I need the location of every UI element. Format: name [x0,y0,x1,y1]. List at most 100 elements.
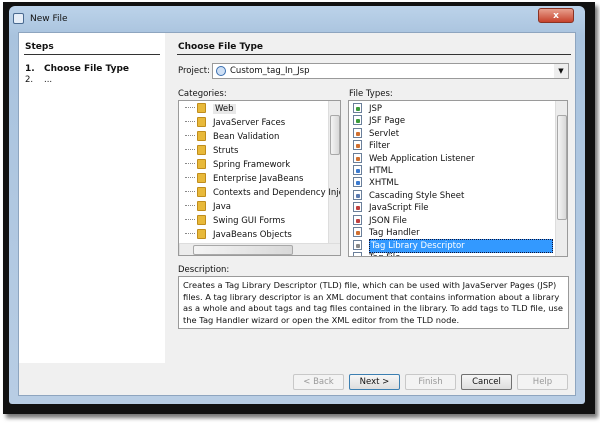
chevron-down-icon[interactable]: ▼ [554,64,568,78]
file-types-label: File Types: [349,89,393,99]
category-label: Swing GUI Forms [213,216,286,226]
file-type-item[interactable]: JSF Page [349,115,405,127]
file-type-item[interactable]: Servlet [349,127,400,140]
globe-icon [216,66,226,76]
file-type-icon [353,202,362,213]
step-1-label: Choose File Type [44,64,130,74]
folder-icon [197,201,206,211]
divider [177,54,571,55]
file-type-item[interactable]: Cascading Style Sheet [349,189,465,202]
category-item[interactable]: Spring Framework [185,158,290,172]
file-type-label: JavaScript File [369,203,429,214]
folder-icon [197,187,206,197]
file-type-item[interactable]: JSP [349,103,382,115]
file-type-label: HTML [369,166,393,176]
description-text: Creates a Tag Library Descriptor (TLD) f… [178,276,569,329]
file-type-item[interactable]: Tag File [349,251,400,256]
file-type-label: JSF Page [369,116,406,127]
file-type-icon [353,165,362,175]
file-type-icon [353,214,362,225]
back-button[interactable]: < Back [293,374,344,390]
category-label: Contexts and Dependency Inje [213,188,341,198]
categories-label: Categories: [178,89,227,99]
folder-icon [197,145,206,155]
step-2-label: ... [44,75,53,85]
category-item[interactable]: Java [185,200,231,214]
folder-icon [197,173,206,183]
folder-icon [197,117,206,127]
category-item[interactable]: Swing GUI Forms [185,214,285,228]
file-type-label: Filter [369,141,391,152]
category-item[interactable]: Web [185,102,236,116]
folder-icon [197,131,206,141]
file-type-label: Servlet [369,128,400,139]
file-type-item[interactable]: XHTML [349,177,398,189]
category-label: Java [213,202,231,212]
help-button[interactable]: Help [517,374,568,390]
file-type-label: JSP [369,104,383,114]
category-label: Bean Validation [213,132,280,142]
close-button[interactable]: x [538,8,574,23]
category-label: JavaBeans Objects [213,230,292,240]
finish-button[interactable]: Finish [405,374,456,390]
tree-line [185,163,195,164]
file-type-item[interactable]: JavaScript File [349,202,429,214]
folder-icon [197,103,206,113]
scrollbar-thumb[interactable] [557,115,567,220]
horizontal-scrollbar[interactable] [179,243,340,255]
file-type-label: Cascading Style Sheet [369,190,465,201]
vertical-scrollbar[interactable] [555,101,567,256]
category-label: Struts [213,146,239,156]
category-label: Spring Framework [213,160,291,170]
tree-line [185,135,195,136]
folder-icon [197,215,206,225]
file-type-label: JSON File [369,215,407,226]
category-item[interactable]: Struts [185,144,238,158]
file-type-label: XHTML [369,178,399,189]
next-button[interactable]: Next > [349,374,400,390]
tree-line [185,205,195,206]
category-item[interactable]: Enterprise JavaBeans [185,172,303,186]
file-type-item[interactable]: Filter [349,140,390,152]
category-label: Web [213,104,236,114]
step-1-number: 1. [25,64,35,74]
page-title: Choose File Type [178,42,264,52]
categories-tree[interactable]: Web JavaServer Faces Bean Validation Struts… [178,100,341,256]
tree-line [185,219,195,220]
file-type-icon [353,127,362,138]
tree-line [185,121,195,122]
tree-line [185,107,195,108]
window-title: New File [30,14,68,24]
vertical-scrollbar[interactable] [328,101,340,243]
file-type-icon [353,227,362,237]
step-2-number: 2. [25,75,34,85]
file-type-item[interactable]: HTML [349,165,393,177]
file-type-item[interactable]: Tag Handler [349,227,420,239]
category-item[interactable]: Bean Validation [185,130,279,144]
tree-line [185,149,195,150]
scrollbar-thumb[interactable] [193,245,293,255]
file-type-icon [353,251,362,256]
file-type-item[interactable]: Web Application Listener [349,152,475,165]
project-label: Project: [178,66,210,76]
category-item[interactable]: JavaServer Faces [185,116,285,130]
tree-line [185,191,195,192]
folder-icon [197,229,206,239]
project-combo[interactable]: Custom_tag_In_Jsp ▼ [212,63,569,79]
category-item[interactable]: Contexts and Dependency Inje [185,186,341,200]
folder-icon [197,159,206,169]
cancel-button[interactable]: Cancel [461,374,512,390]
scrollbar-thumb[interactable] [330,115,340,155]
file-type-icon [353,177,362,188]
file-type-item[interactable]: Tag Library Descriptor [349,239,553,254]
file-type-item[interactable]: JSON File [349,214,407,227]
file-type-icon [353,140,362,151]
divider [24,54,160,55]
file-types-list[interactable]: JSP JSF Page Servlet Filter Web Application … [348,100,568,257]
category-label: JavaServer Faces [213,118,286,128]
file-type-icon [353,115,362,126]
project-value: Custom_tag_In_Jsp [230,66,310,76]
file-type-icon [353,240,362,251]
category-item[interactable]: JavaBeans Objects [185,228,292,242]
file-type-label: Tag Handler [369,228,420,238]
